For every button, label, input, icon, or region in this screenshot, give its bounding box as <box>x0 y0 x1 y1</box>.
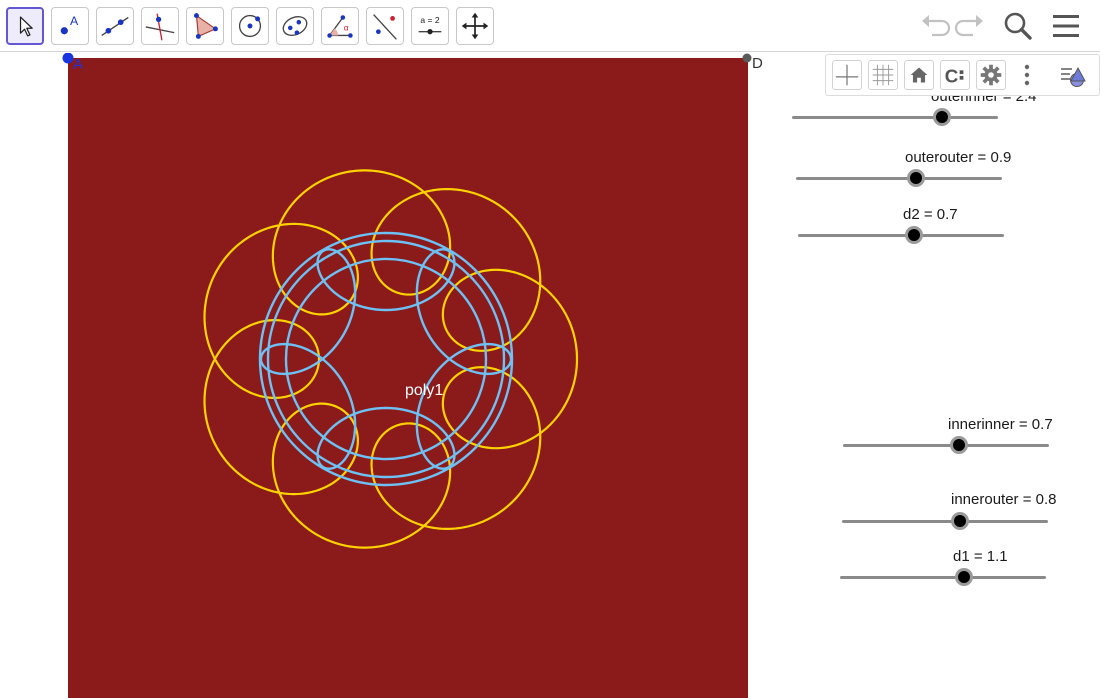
perpendicular-line-icon <box>145 13 175 41</box>
redo-button[interactable] <box>953 10 987 42</box>
graphics-style-bar: C <box>825 54 1100 96</box>
redo-icon <box>954 15 983 37</box>
slider-track[interactable] <box>840 576 1046 579</box>
home-icon <box>910 67 928 83</box>
style-bar-toggle-icon <box>1061 66 1086 87</box>
graphics-settings-button[interactable] <box>976 60 1006 90</box>
ellipse-tool[interactable] <box>276 7 314 45</box>
slider-knob[interactable] <box>955 568 973 586</box>
point-a[interactable] <box>62 53 74 64</box>
point-d[interactable] <box>742 53 752 63</box>
reflect-tool[interactable] <box>366 7 404 45</box>
point-tool[interactable]: A <box>51 7 89 45</box>
move-arrows-icon <box>461 12 489 40</box>
line-icon <box>101 16 129 37</box>
slider-label: d1 = 1.1 <box>953 548 1008 565</box>
point-d-label: D <box>752 55 763 72</box>
slider-track[interactable] <box>843 444 1049 447</box>
hamburger-menu-icon <box>1053 15 1079 37</box>
slider-knob[interactable] <box>933 108 951 126</box>
slider-knob[interactable] <box>951 512 969 530</box>
slider-track[interactable] <box>842 520 1048 523</box>
svg-text:α: α <box>344 23 349 33</box>
slider-label: outerouter = 0.9 <box>905 149 1012 166</box>
main-menu-button[interactable] <box>1049 10 1083 42</box>
slider-label: d2 = 0.7 <box>903 206 958 223</box>
toggle-style-bar-button[interactable] <box>1058 60 1094 90</box>
polygon-icon <box>194 13 218 39</box>
angle-tool[interactable]: α <box>321 7 359 45</box>
point-capturing-icon: C <box>945 65 964 86</box>
move-tool[interactable] <box>6 7 44 45</box>
search-icon <box>1004 12 1032 40</box>
slider-knob[interactable] <box>950 436 968 454</box>
grid-toggle-button[interactable] <box>868 60 898 90</box>
point-capturing-button[interactable]: C <box>940 60 970 90</box>
standard-view-button[interactable] <box>904 60 934 90</box>
slider-track[interactable] <box>798 234 1004 237</box>
point-icon: A <box>60 14 79 35</box>
more-options-button[interactable] <box>1012 60 1042 90</box>
slider-knob[interactable] <box>905 226 923 244</box>
square-polygon[interactable] <box>68 58 748 698</box>
slider-label: innerouter = 0.8 <box>951 491 1057 508</box>
move-graphics-view-tool[interactable] <box>456 7 494 45</box>
slider-label: innerinner = 0.7 <box>948 416 1053 433</box>
circle-icon <box>238 14 262 38</box>
gear-icon <box>980 64 1002 86</box>
axes-toggle-button[interactable] <box>832 60 862 90</box>
grid-icon <box>872 64 894 86</box>
undo-button[interactable] <box>918 10 952 42</box>
slider-track[interactable] <box>796 177 1002 180</box>
angle-icon: α <box>327 15 353 38</box>
toolbar: A α a = 2 <box>0 0 1100 52</box>
circle-center-point-tool[interactable] <box>231 7 269 45</box>
svg-text:A: A <box>70 14 79 28</box>
search-button[interactable] <box>1001 10 1035 42</box>
slider-knob[interactable] <box>907 169 925 187</box>
slider-track[interactable] <box>792 116 998 119</box>
svg-text:a = 2: a = 2 <box>420 15 439 25</box>
poly1-label: poly1 <box>405 382 444 399</box>
polygon-tool[interactable] <box>186 7 224 45</box>
vertical-dots-icon <box>1024 64 1030 86</box>
slider-tool[interactable]: a = 2 <box>411 7 449 45</box>
point-a-label: A <box>73 56 84 73</box>
axes-icon <box>835 64 859 86</box>
reflect-line-icon <box>373 14 397 40</box>
perpendicular-line-tool[interactable] <box>141 7 179 45</box>
undo-icon <box>922 15 951 37</box>
slider-icon: a = 2 <box>418 15 442 35</box>
svg-text:C: C <box>945 65 958 86</box>
line-tool[interactable] <box>96 7 134 45</box>
cursor-arrow-icon <box>19 16 33 37</box>
ellipse-icon <box>282 16 308 36</box>
